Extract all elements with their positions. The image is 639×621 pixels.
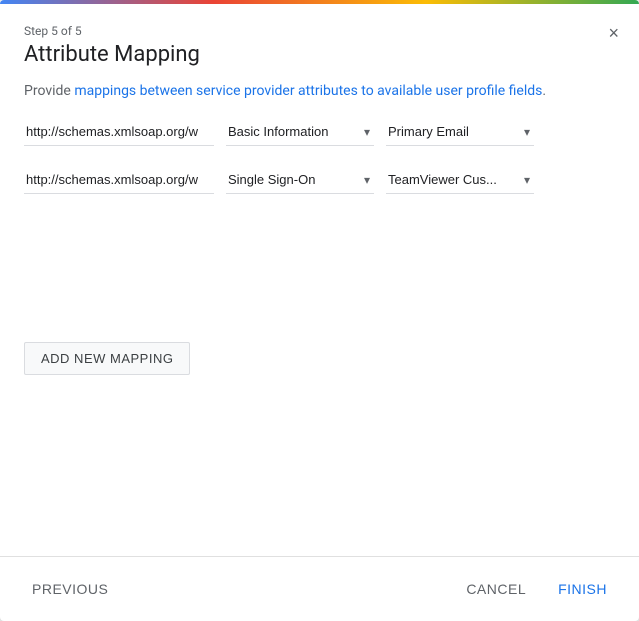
- url-input-1[interactable]: [24, 118, 214, 146]
- dialog-header: Step 5 of 5 Attribute Mapping ×: [0, 4, 639, 81]
- mapping-row: Basic Information Single Sign-On ▾ TeamV…: [24, 166, 615, 198]
- category-select-wrapper-2: Basic Information Single Sign-On ▾: [226, 166, 374, 194]
- field-select-wrapper-1: Primary Email First Name Last Name ▾: [386, 118, 534, 146]
- url-input-2[interactable]: [24, 166, 214, 194]
- cancel-button[interactable]: CANCEL: [458, 573, 534, 605]
- category-select-wrapper-1: Basic Information Single Sign-On ▾: [226, 118, 374, 146]
- field-select-1[interactable]: Primary Email First Name Last Name: [386, 118, 534, 145]
- category-select-1[interactable]: Basic Information Single Sign-On: [226, 118, 374, 145]
- attribute-mapping-dialog: Step 5 of 5 Attribute Mapping × Provide …: [0, 0, 639, 621]
- description-after: .: [542, 83, 546, 99]
- dialog-body: Basic Information Single Sign-On ▾ Prima…: [0, 118, 639, 556]
- finish-button[interactable]: FINISH: [550, 573, 615, 605]
- field-select-2[interactable]: TeamViewer Cus... Primary Email: [386, 166, 534, 193]
- previous-button[interactable]: PREVIOUS: [24, 573, 116, 605]
- mapping-row: Basic Information Single Sign-On ▾ Prima…: [24, 118, 615, 150]
- footer-left: PREVIOUS: [24, 573, 116, 605]
- step-label: Step 5 of 5: [24, 24, 615, 38]
- close-button[interactable]: ×: [604, 20, 623, 46]
- description-text: Provide mappings between service provide…: [0, 81, 639, 118]
- category-select-2[interactable]: Basic Information Single Sign-On: [226, 166, 374, 193]
- description-link: mappings between service provider attrib…: [74, 83, 542, 99]
- dialog-title: Attribute Mapping: [24, 42, 615, 67]
- field-select-wrapper-2: TeamViewer Cus... Primary Email ▾: [386, 166, 534, 194]
- add-new-mapping-button[interactable]: ADD NEW MAPPING: [24, 342, 190, 375]
- footer-right: CANCEL FINISH: [458, 573, 615, 605]
- description-before: Provide: [24, 83, 74, 99]
- dialog-footer: PREVIOUS CANCEL FINISH: [0, 556, 639, 621]
